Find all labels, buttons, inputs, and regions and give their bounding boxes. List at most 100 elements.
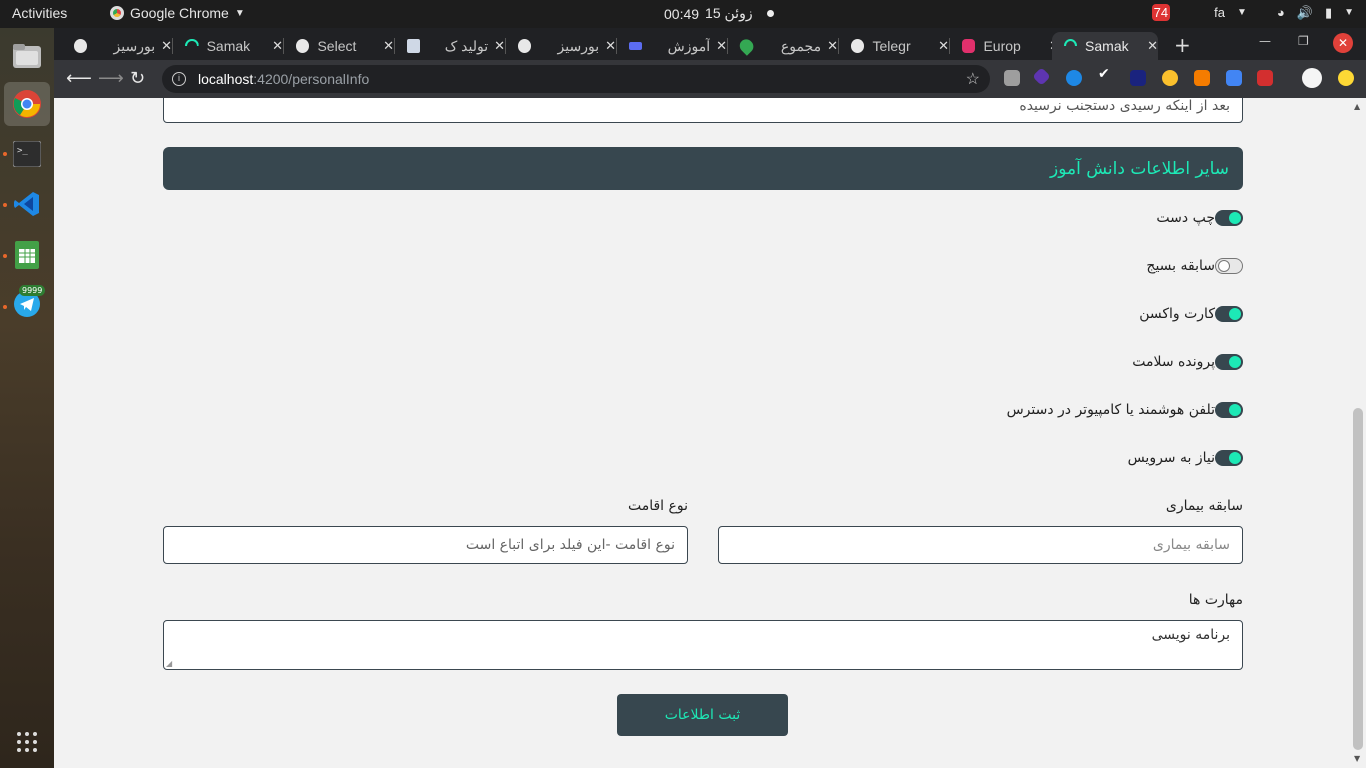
extension-icon[interactable] — [1162, 70, 1178, 86]
toggle-needs-service[interactable]: نیاز به سرویس — [1118, 447, 1243, 469]
submit-label: ثبت اطلاعات — [664, 707, 741, 723]
battery-icon: ▮ — [1324, 4, 1333, 20]
clock[interactable]: 00:49 زوئن 15 — [664, 5, 774, 22]
scrollbar-thumb[interactable] — [1353, 408, 1363, 750]
toggle-basij-record[interactable]: سابقه بسیج — [1136, 255, 1243, 277]
close-icon[interactable]: ✕ — [272, 38, 283, 54]
close-icon[interactable]: ✕ — [383, 38, 394, 54]
toggle-switch[interactable] — [1215, 402, 1243, 418]
toggle-label: چپ دست — [1156, 210, 1215, 226]
toggle-health-record[interactable]: پرونده سلامت — [1122, 351, 1243, 373]
section-title: سایر اطلاعات دانش آموز — [1050, 158, 1229, 179]
address-bar[interactable]: i localhost :4200/personalInfo ☆ — [162, 65, 990, 93]
browser-tab[interactable]: بورسیز ✕ — [62, 32, 172, 60]
chrome-icon — [110, 6, 124, 20]
toggle-device-access[interactable]: تلفن هوشمند یا کامپیوتر در دسترس — [997, 399, 1243, 421]
browser-tab[interactable]: تولید ک ✕ — [395, 32, 505, 60]
browser-tab[interactable]: Samak ✕ — [173, 32, 283, 60]
globe-icon — [851, 39, 865, 53]
extension-icon[interactable] — [1338, 70, 1354, 86]
close-icon[interactable]: ✕ — [494, 38, 505, 54]
scroll-up-arrow-icon[interactable]: ▲ — [1354, 102, 1360, 111]
app-grid-icon[interactable] — [9, 724, 45, 760]
page-content: بعد از اینکه رسیدی دستجنب نرسیده سایر اط… — [54, 98, 1350, 768]
activities-button[interactable]: Activities — [12, 5, 67, 21]
toggle-vaccine-card[interactable]: کارت واکسن — [1129, 303, 1243, 325]
tab-label: Samak — [206, 38, 251, 54]
window-close-button[interactable]: ✕ — [1333, 33, 1353, 53]
extension-icon[interactable] — [1130, 70, 1146, 86]
url-path: :4200/personalInfo — [253, 71, 370, 87]
back-button[interactable]: ⟵ — [66, 68, 92, 89]
skills-textarea[interactable]: برنامه نویسی ◢ — [163, 620, 1243, 670]
previous-text-field[interactable]: بعد از اینکه رسیدی دستجنب نرسیده — [163, 98, 1243, 123]
globe-icon — [296, 39, 310, 53]
wifi-icon: ◕ — [1276, 5, 1285, 20]
extension-icon[interactable] — [1194, 70, 1210, 86]
toggle-knob — [1229, 308, 1241, 320]
page-scrollbar[interactable]: ▲ ▼ — [1350, 98, 1366, 768]
submit-button[interactable]: ثبت اطلاعات — [617, 694, 788, 736]
close-icon[interactable]: ✕ — [605, 38, 616, 54]
reload-button[interactable]: ↻ — [130, 68, 145, 89]
browser-tab[interactable]: بورسیز ✕ — [506, 32, 616, 60]
running-indicator — [3, 305, 7, 309]
residence-type-input[interactable]: نوع اقامت -این فیلد برای اتباع است — [163, 526, 688, 564]
new-tab-button[interactable]: + — [1174, 33, 1191, 57]
close-icon[interactable]: ✕ — [827, 38, 838, 54]
site-logo-icon — [629, 42, 643, 50]
app-menu[interactable]: Google Chrome ▼ — [110, 5, 245, 21]
translate-icon[interactable] — [1226, 70, 1242, 86]
spreadsheet-app-icon[interactable] — [9, 237, 45, 273]
browser-tab[interactable]: مجموع ✕ — [728, 32, 838, 60]
extension-icon[interactable] — [1257, 70, 1273, 86]
volume-icon: 🔊 — [1296, 4, 1313, 20]
browser-tab[interactable]: Telegr ✕ — [839, 32, 949, 60]
terminal-app-icon[interactable]: >_ — [9, 136, 45, 172]
close-icon[interactable]: ✕ — [716, 38, 727, 54]
tab-label: بورسیز — [113, 37, 156, 54]
toggle-switch[interactable] — [1215, 450, 1243, 466]
language-indicator[interactable]: fa — [1214, 5, 1225, 20]
telegram-badge: 9999 — [19, 285, 46, 296]
close-icon[interactable]: ✕ — [938, 38, 949, 54]
minimize-button[interactable]: — — [1259, 34, 1271, 48]
resize-handle-icon[interactable]: ◢ — [166, 659, 172, 668]
section-header: سایر اطلاعات دانش آموز — [163, 147, 1243, 190]
browser-tab[interactable]: Europ ✕ — [950, 32, 1060, 60]
vscode-app-icon[interactable] — [9, 186, 45, 222]
extension-icon[interactable] — [1066, 70, 1082, 86]
indicator-badge: 74 — [1151, 4, 1171, 21]
avatar[interactable] — [1302, 68, 1322, 88]
system-tray[interactable]: 74 fa ▼ ◕ 🔊 ▮ ▼ — [1151, 4, 1354, 21]
chrome-app-icon[interactable] — [4, 82, 50, 126]
checkmark-icon[interactable]: ✔ — [1098, 66, 1114, 82]
toggle-label: کارت واکسن — [1139, 306, 1215, 322]
close-icon[interactable]: ✕ — [1147, 38, 1158, 54]
extension-icon[interactable] — [1004, 70, 1020, 86]
document-icon — [407, 39, 421, 53]
tab-label: Europ — [983, 38, 1021, 54]
info-icon[interactable]: i — [172, 72, 186, 86]
toggle-switch[interactable] — [1215, 258, 1243, 274]
files-app-icon[interactable] — [9, 38, 45, 74]
close-icon[interactable]: ✕ — [161, 38, 172, 54]
toggle-switch[interactable] — [1215, 306, 1243, 322]
tab-label: آموزش — [667, 37, 711, 54]
scroll-down-arrow-icon[interactable]: ▼ — [1354, 754, 1360, 763]
disease-history-label: سابقه بیماری — [1165, 498, 1243, 514]
browser-tab-active[interactable]: Samak ✕ — [1052, 32, 1158, 60]
restore-button[interactable]: ❐ — [1298, 34, 1309, 48]
browser-tab[interactable]: Select ✕ — [284, 32, 394, 60]
toggle-switch[interactable] — [1215, 354, 1243, 370]
toggle-switch[interactable] — [1215, 210, 1243, 226]
extension-icon[interactable] — [1032, 67, 1051, 86]
forward-button[interactable]: ⟶ — [98, 68, 124, 89]
browser-tab[interactable]: آموزش ✕ — [617, 32, 727, 60]
toggle-left-handed[interactable]: چپ دست — [1146, 207, 1243, 229]
toggle-label: سابقه بسیج — [1146, 258, 1215, 274]
notification-dot — [766, 10, 774, 17]
bookmark-star-icon[interactable]: ☆ — [966, 69, 980, 89]
disease-history-input[interactable]: سابقه بیماری — [718, 526, 1243, 564]
tab-label: Select — [317, 38, 357, 54]
